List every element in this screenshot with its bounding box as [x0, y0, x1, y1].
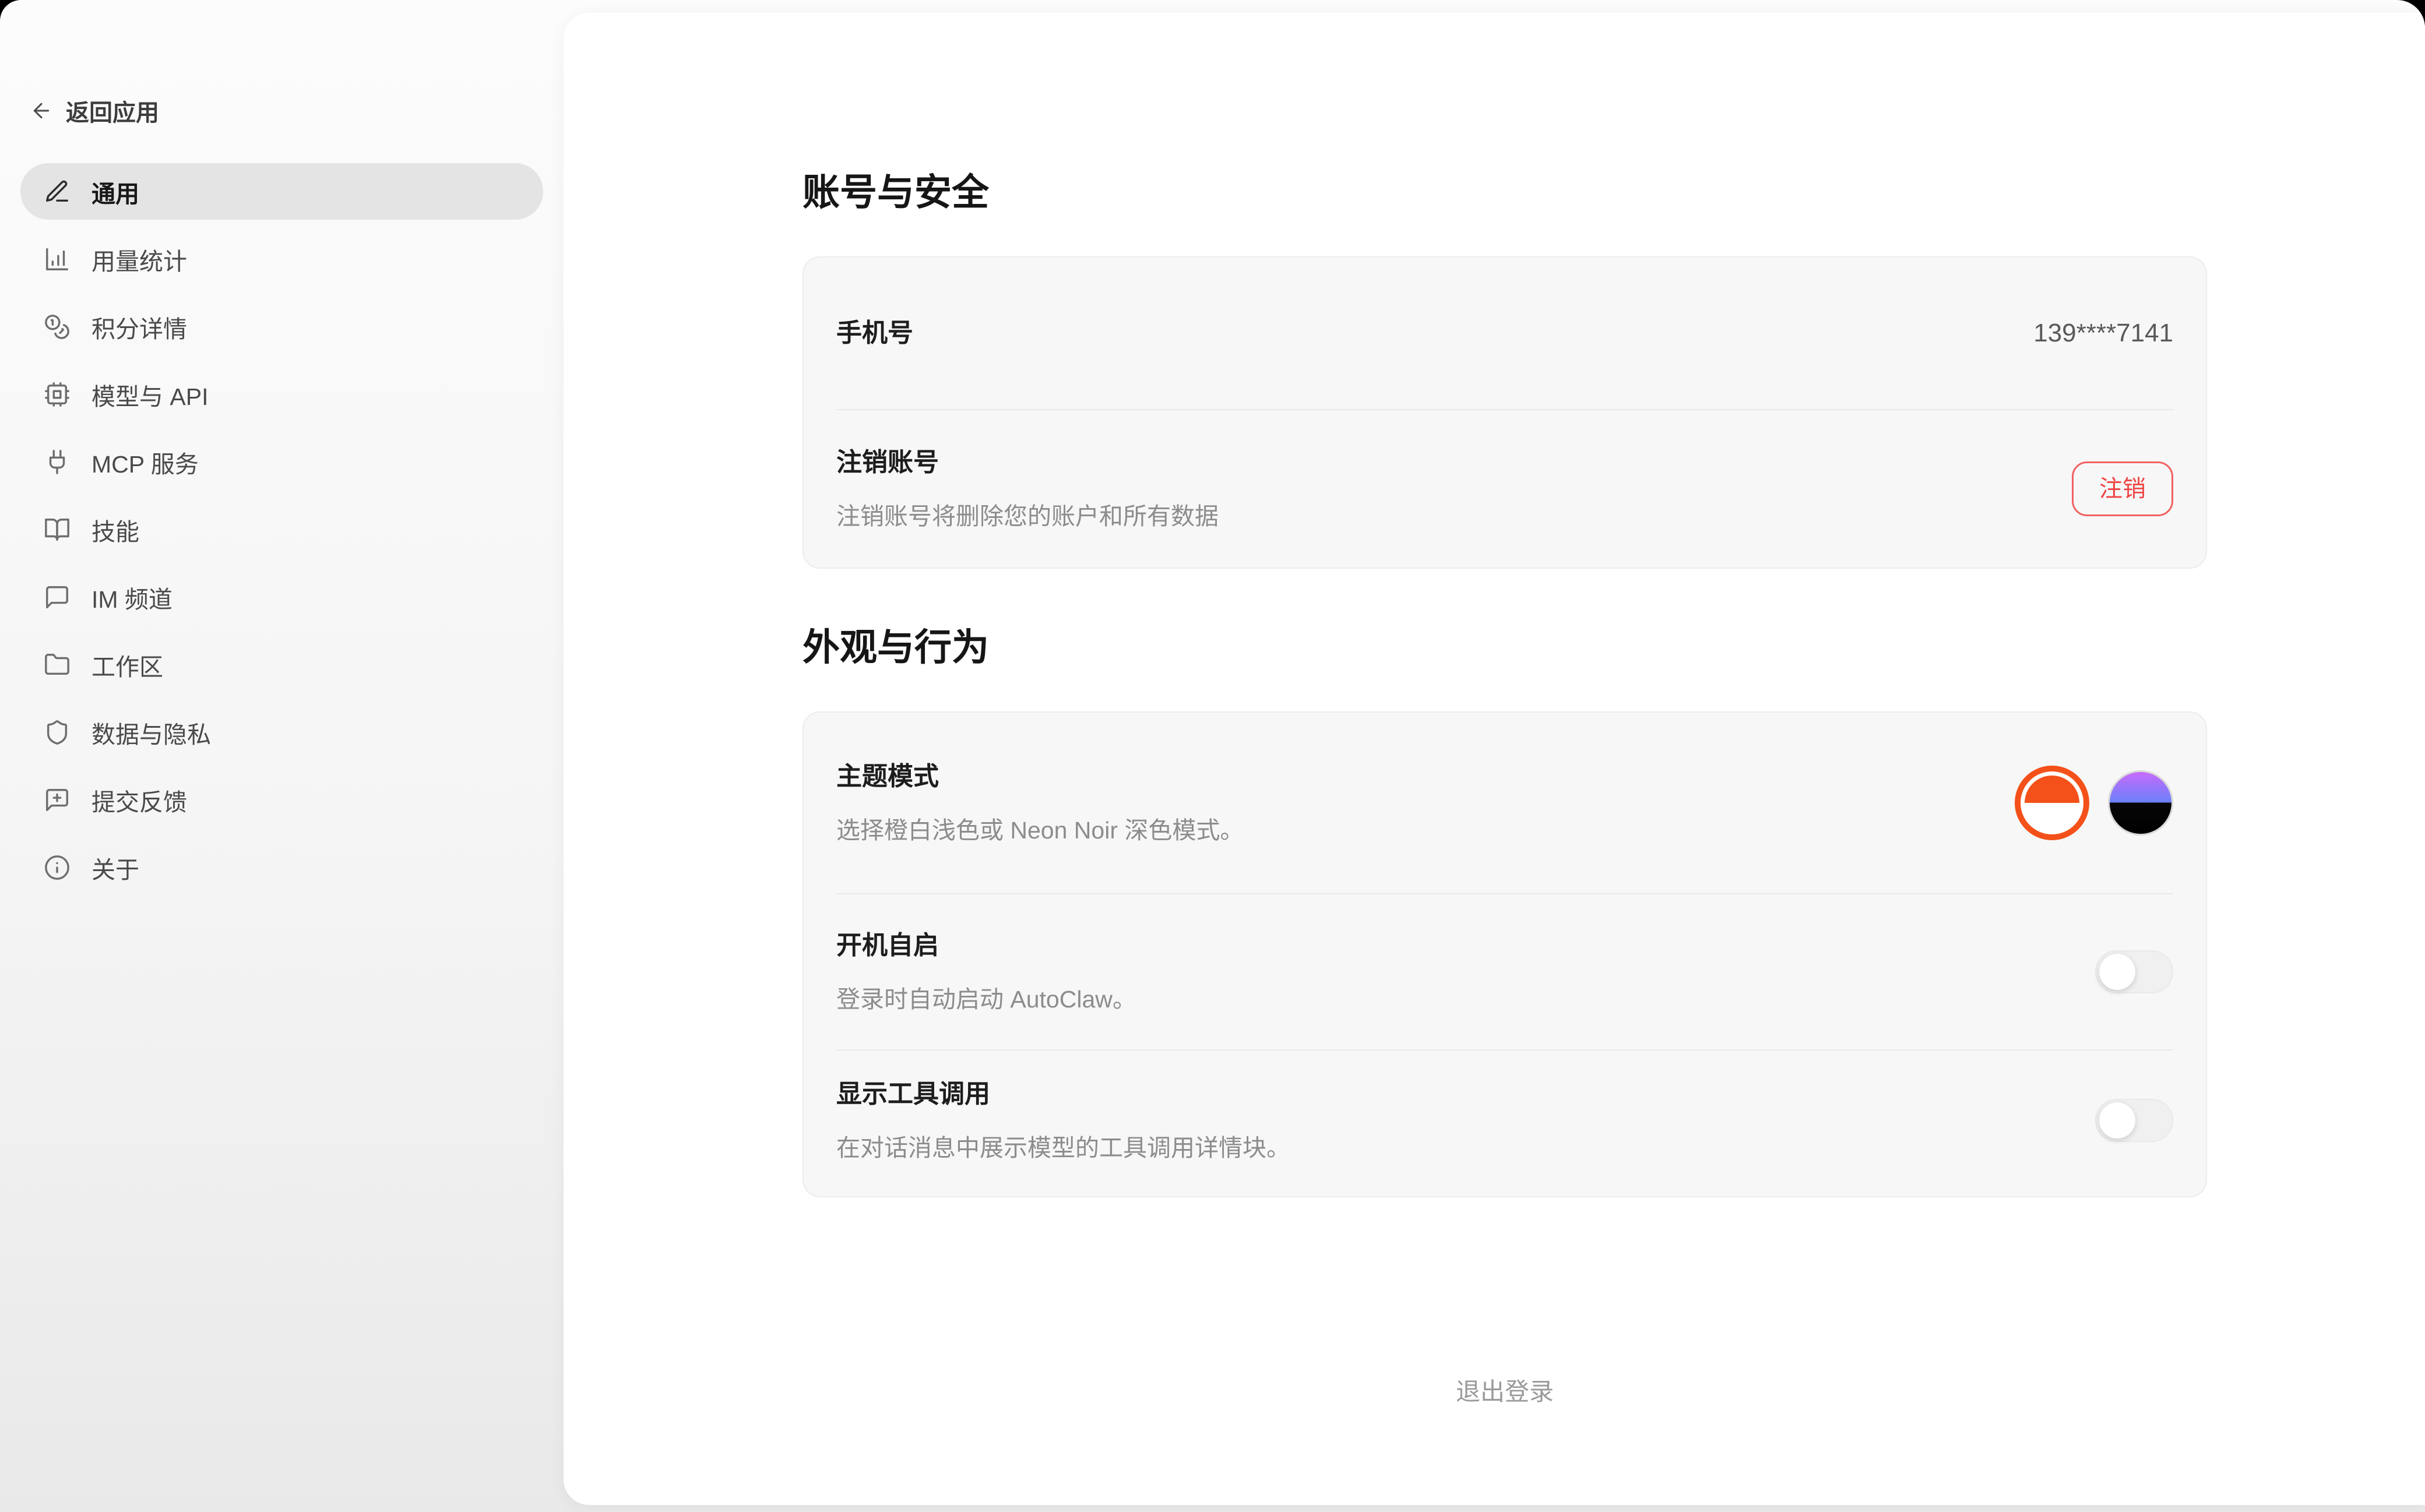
sidebar-item-models-api[interactable]: 模型与 API: [20, 366, 543, 422]
shield-icon: [44, 719, 71, 746]
folder-icon: [44, 651, 71, 678]
sidebar-item-credits[interactable]: 积分详情: [20, 298, 543, 355]
autostart-description: 登录时自动启动 AutoClaw。: [836, 983, 1136, 1016]
theme-swatches: [2015, 766, 2173, 840]
autostart-row: 开机自启 登录时自动启动 AutoClaw。: [804, 894, 2206, 1049]
cpu-icon: [44, 381, 71, 408]
settings-window: 返回应用 通用 用量统计 积分详情: [0, 0, 2425, 1512]
sidebar-item-about[interactable]: 关于: [20, 839, 543, 896]
tool-calls-row: 显示工具调用 在对话消息中展示模型的工具调用详情块。: [804, 1051, 2206, 1196]
section-title-appearance: 外观与行为: [803, 624, 2207, 671]
delete-account-button[interactable]: 注销: [2072, 461, 2173, 516]
book-open-icon: [44, 516, 71, 543]
theme-mode-text: 主题模式 选择橙白浅色或 Neon Noir 深色模式。: [836, 759, 1244, 847]
back-label: 返回应用: [66, 94, 159, 128]
sidebar-item-label: 通用: [91, 174, 139, 209]
back-to-app-button[interactable]: 返回应用: [20, 87, 543, 134]
appearance-card: 主题模式 选择橙白浅色或 Neon Noir 深色模式。: [803, 711, 2207, 1197]
sidebar-item-label: 工作区: [91, 647, 163, 682]
sidebar-item-label: 技能: [91, 512, 139, 547]
sidebar-item-label: 关于: [91, 850, 139, 885]
sidebar-item-general[interactable]: 通用: [20, 163, 543, 220]
settings-content: 账号与安全 手机号 139****7141 注销账号 注销账号将删除您的账户和所…: [803, 13, 2207, 1408]
sidebar-item-label: 积分详情: [91, 309, 187, 344]
theme-light-swatch[interactable]: [2015, 766, 2089, 840]
pen-line-icon: [44, 178, 71, 205]
bar-chart-icon: [44, 246, 71, 273]
sidebar-item-mcp-services[interactable]: MCP 服务: [20, 433, 543, 490]
delete-account-row: 注销账号 注销账号将删除您的账户和所有数据 注销: [804, 410, 2206, 568]
sidebar-item-feedback[interactable]: 提交反馈: [20, 771, 543, 828]
sidebar: 返回应用 通用 用量统计 积分详情: [0, 0, 564, 1512]
toggle-knob: [2099, 1102, 2135, 1139]
sidebar-item-usage-stats[interactable]: 用量统计: [20, 231, 543, 287]
main-area: 账号与安全 手机号 139****7141 注销账号 注销账号将删除您的账户和所…: [564, 0, 2425, 1512]
sidebar-item-workspace[interactable]: 工作区: [20, 636, 543, 693]
delete-account-title: 注销账号: [836, 445, 1219, 480]
phone-label: 手机号: [836, 316, 913, 351]
phone-value: 139****7141: [2033, 319, 2173, 348]
delete-account-text: 注销账号 注销账号将删除您的账户和所有数据: [836, 445, 1219, 533]
info-icon: [44, 854, 71, 881]
theme-mode-row: 主题模式 选择橙白浅色或 Neon Noir 深色模式。: [804, 713, 2206, 893]
message-square-icon: [44, 584, 71, 611]
delete-account-description: 注销账号将删除您的账户和所有数据: [836, 500, 1219, 533]
sidebar-item-label: MCP 服务: [91, 445, 199, 480]
sidebar-item-label: 用量统计: [91, 242, 187, 277]
arrow-left-icon: [30, 99, 53, 122]
logout-button[interactable]: 退出登录: [803, 1372, 2207, 1408]
theme-dark-swatch[interactable]: [2108, 770, 2173, 836]
toggle-knob: [2099, 954, 2135, 990]
plug-icon: [44, 449, 71, 475]
sidebar-item-label: 提交反馈: [91, 783, 187, 817]
sidebar-item-label: IM 频道: [91, 580, 173, 615]
sidebar-item-label: 模型与 API: [91, 377, 208, 412]
sidebar-item-skills[interactable]: 技能: [20, 501, 543, 558]
tool-calls-description: 在对话消息中展示模型的工具调用详情块。: [836, 1132, 1290, 1164]
phone-row: 手机号 139****7141: [804, 258, 2206, 409]
account-card: 手机号 139****7141 注销账号 注销账号将删除您的账户和所有数据 注销: [803, 256, 2207, 569]
tool-calls-title: 显示工具调用: [836, 1077, 1290, 1112]
coins-icon: [44, 313, 71, 340]
sidebar-nav: 通用 用量统计 积分详情 模型与 API: [20, 163, 543, 896]
section-title-account: 账号与安全: [803, 169, 2207, 216]
content-panel: 账号与安全 手机号 139****7141 注销账号 注销账号将删除您的账户和所…: [564, 13, 2425, 1505]
sidebar-item-data-privacy[interactable]: 数据与隐私: [20, 704, 543, 760]
theme-mode-description: 选择橙白浅色或 Neon Noir 深色模式。: [836, 814, 1244, 847]
tool-calls-toggle[interactable]: [2095, 1099, 2173, 1142]
autostart-text: 开机自启 登录时自动启动 AutoClaw。: [836, 928, 1136, 1016]
theme-mode-title: 主题模式: [836, 759, 1244, 794]
sidebar-item-im-channels[interactable]: IM 频道: [20, 569, 543, 625]
theme-light-swatch-fill: [2025, 776, 2079, 830]
autostart-toggle[interactable]: [2095, 950, 2173, 993]
sidebar-item-label: 数据与隐私: [91, 715, 211, 750]
message-square-plus-icon: [44, 787, 71, 813]
autostart-title: 开机自启: [836, 928, 1136, 963]
tool-calls-text: 显示工具调用 在对话消息中展示模型的工具调用详情块。: [836, 1077, 1290, 1164]
